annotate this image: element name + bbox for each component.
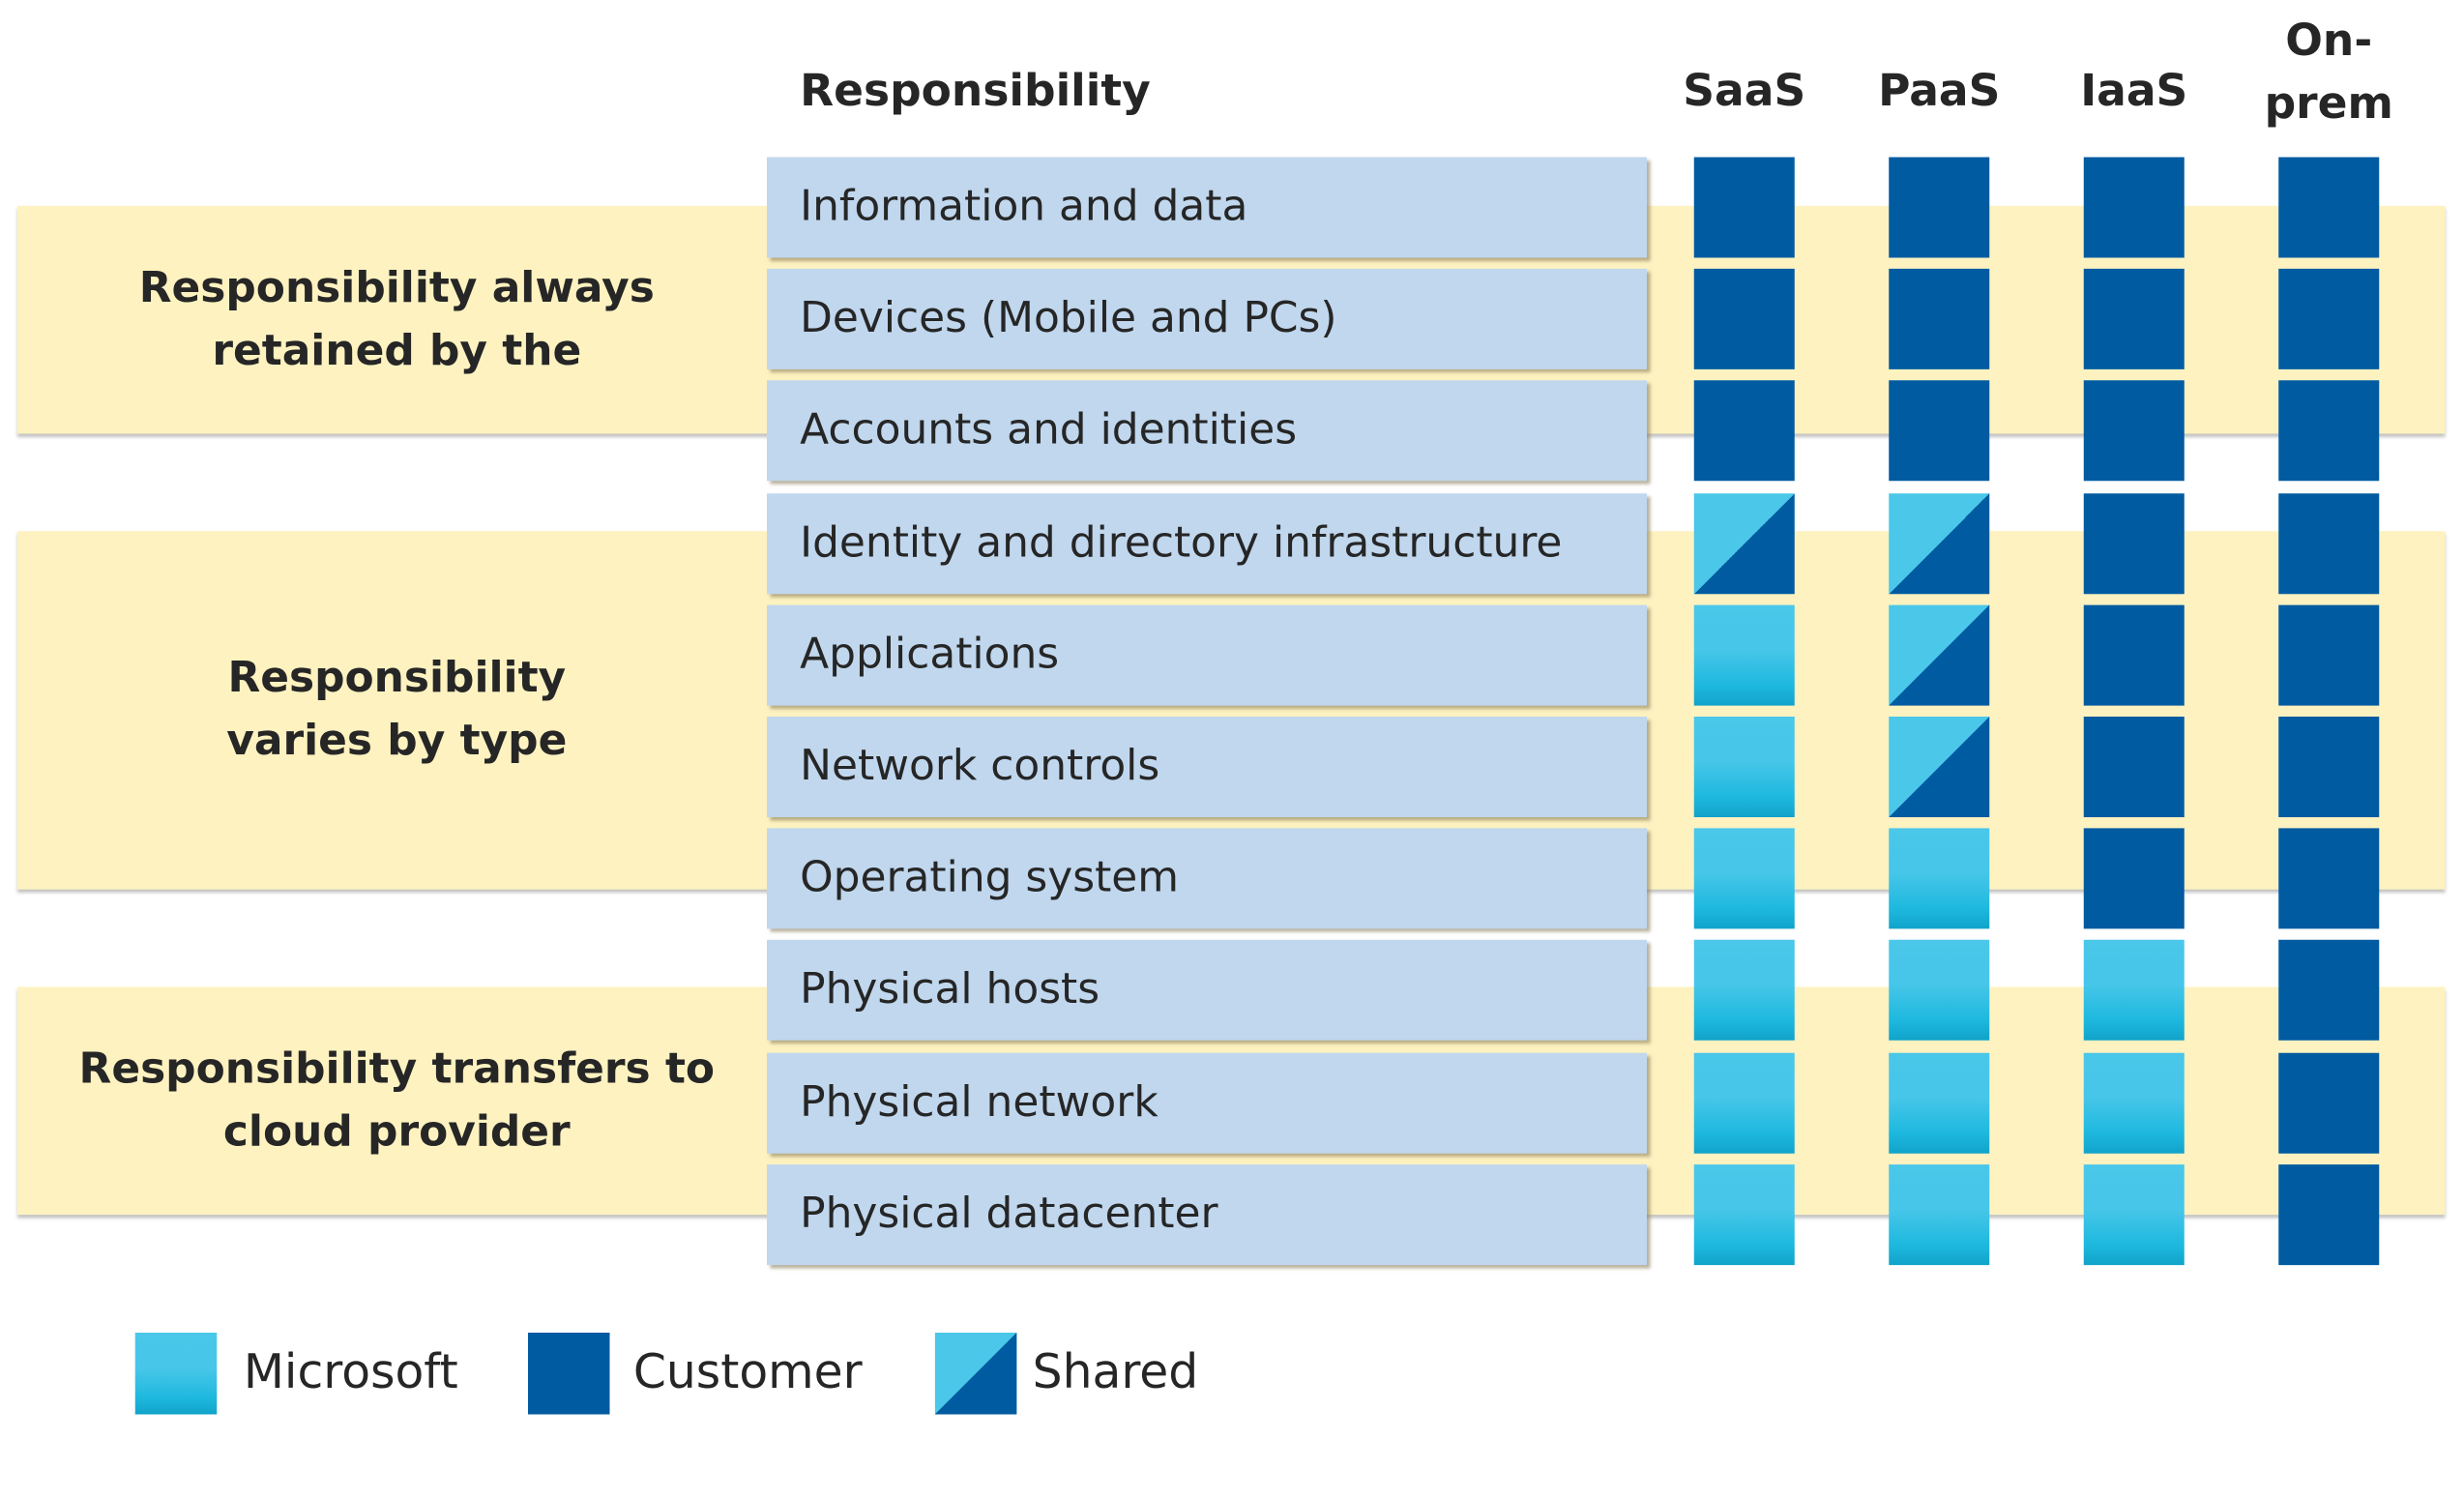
legend-label-customer: Customer: [632, 1345, 863, 1400]
cell-microsoft-paas: [1889, 940, 1990, 1042]
cell-customer-onprem: [2278, 157, 2380, 258]
row-label: Physical network: [800, 1077, 1159, 1127]
cell-customer-paas: [1889, 157, 1990, 258]
cell-microsoft-paas: [1889, 828, 1990, 929]
cell-microsoft-paas: [1889, 1052, 1990, 1154]
cell-customer-paas: [1889, 269, 1990, 370]
cell-customer-saas: [1693, 380, 1795, 482]
cell-microsoft-saas: [1693, 1052, 1795, 1154]
cell-customer-iaas: [2083, 380, 2185, 482]
row-label-box: Physical network: [767, 1052, 1647, 1154]
legend-label-shared: Shared: [1032, 1345, 1199, 1400]
cell-shared-saas: [1693, 492, 1795, 594]
column-header-iaas: IaaS: [2080, 64, 2188, 117]
cell-customer-onprem: [2278, 1052, 2380, 1154]
row-label: Network controls: [800, 742, 1160, 791]
cell-customer-saas: [1693, 157, 1795, 258]
cell-customer-paas: [1889, 380, 1990, 482]
row-label-box: Operating system: [767, 828, 1647, 929]
band-label-retained: Responsibility always retained by the: [138, 263, 655, 375]
cell-microsoft-saas: [1693, 717, 1795, 817]
cell-customer-onprem: [2278, 604, 2380, 706]
cell-microsoft-iaas: [2083, 1163, 2185, 1265]
row-label: Physical datacenter: [800, 1189, 1218, 1239]
cell-customer-iaas: [2083, 828, 2185, 929]
row-label-box: Information and data: [767, 157, 1647, 258]
band-label-transfers: Responsibility transfers to cloud provid…: [78, 1043, 716, 1157]
row-label-box: Applications: [767, 604, 1647, 706]
cell-microsoft-paas: [1889, 1163, 1990, 1265]
cell-microsoft-saas: [1693, 604, 1795, 706]
column-header-onprem-line2: prem: [2264, 76, 2393, 130]
row-label-box: Identity and directory infrastructure: [767, 492, 1647, 594]
row-label-box: Network controls: [767, 717, 1647, 817]
cell-microsoft-saas: [1693, 1163, 1795, 1265]
cell-customer-saas: [1693, 269, 1795, 370]
legend-label-microsoft: Microsoft: [243, 1345, 458, 1400]
legend-swatch-shared: [934, 1333, 1017, 1415]
cell-microsoft-saas: [1693, 828, 1795, 929]
row-label: Information and data: [800, 182, 1248, 231]
cell-shared-paas: [1889, 717, 1990, 817]
row-label: Physical hosts: [800, 965, 1100, 1014]
row-label: Accounts and identities: [800, 405, 1298, 456]
row-label-box: Accounts and identities: [767, 380, 1647, 482]
row-label-box: Devices (Mobile and PCs): [767, 269, 1647, 370]
cell-microsoft-iaas: [2083, 940, 2185, 1042]
column-header-saas: SaaS: [1683, 64, 1806, 117]
cell-customer-iaas: [2083, 717, 2185, 817]
cell-customer-onprem: [2278, 269, 2380, 370]
row-label-box: Physical datacenter: [767, 1163, 1647, 1265]
cell-shared-paas: [1889, 492, 1990, 594]
row-label-box: Physical hosts: [767, 940, 1647, 1042]
cell-shared-paas: [1889, 604, 1990, 706]
cell-customer-iaas: [2083, 157, 2185, 258]
cell-microsoft-saas: [1693, 940, 1795, 1042]
cell-customer-onprem: [2278, 492, 2380, 594]
cell-customer-onprem: [2278, 1163, 2380, 1265]
cell-customer-iaas: [2083, 269, 2185, 370]
legend-swatch-microsoft: [134, 1333, 218, 1415]
cell-customer-iaas: [2083, 492, 2185, 594]
column-header-onprem: On- prem: [2235, 10, 2423, 135]
responsibility-header: Responsibility: [800, 64, 1151, 117]
row-label: Operating system: [800, 853, 1180, 903]
row-label: Applications: [800, 630, 1060, 679]
column-header-paas: PaaS: [1878, 64, 2001, 117]
cell-customer-iaas: [2083, 604, 2185, 706]
cell-customer-onprem: [2278, 828, 2380, 929]
cell-customer-onprem: [2278, 380, 2380, 482]
row-label: Identity and directory infrastructure: [800, 517, 1563, 567]
cell-customer-onprem: [2278, 717, 2380, 817]
column-header-onprem-line1: On-: [2285, 14, 2373, 67]
band-label-varies: Responsibility varies by type: [226, 654, 568, 766]
row-label: Devices (Mobile and PCs): [800, 294, 1337, 343]
legend-swatch-customer: [528, 1333, 610, 1415]
shared-responsibility-diagram: Responsibility always retained by the Re…: [0, 0, 2464, 1499]
cell-microsoft-iaas: [2083, 1052, 2185, 1154]
cell-customer-onprem: [2278, 940, 2380, 1042]
